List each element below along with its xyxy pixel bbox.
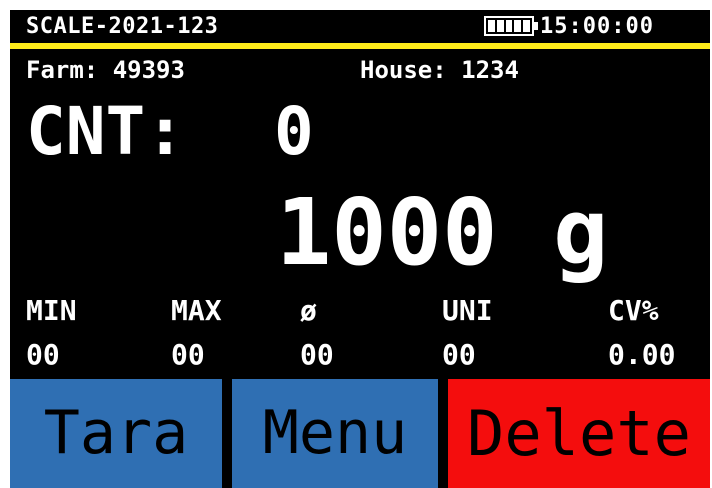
scale-screen: SCALE-2021-123 15:00:00 Farm: 49393 Hous… — [10, 10, 710, 488]
menu-button[interactable]: Menu — [232, 379, 438, 488]
stat-label-uni: UNI — [442, 294, 493, 327]
tara-button[interactable]: Tara — [10, 379, 222, 488]
weight-unit: g — [552, 179, 609, 286]
battery-segment — [488, 20, 495, 32]
battery-segment — [523, 20, 530, 32]
stat-value-uni: 00 — [442, 338, 476, 371]
battery-segment — [496, 20, 504, 32]
house-number: House: 1234 — [360, 56, 519, 84]
battery-segment — [514, 20, 522, 32]
weight-value: 1000 — [276, 179, 498, 286]
battery-segment — [505, 20, 513, 32]
button-bar: Tara Menu Delete — [10, 379, 710, 488]
stat-value-min: 00 — [26, 338, 60, 371]
clock: 15:00:00 — [540, 14, 654, 39]
count-value: 0 — [274, 93, 314, 170]
stat-label-min: MIN — [26, 294, 77, 327]
stat-label-max: MAX — [171, 294, 222, 327]
device-id: SCALE-2021-123 — [26, 14, 219, 39]
status-bar: SCALE-2021-123 15:00:00 — [10, 10, 710, 43]
stat-value-avg: 00 — [300, 338, 334, 371]
battery-full-icon — [484, 16, 534, 36]
stat-value-max: 00 — [171, 338, 205, 371]
status-divider — [10, 43, 710, 49]
count-label: CNT: — [26, 93, 185, 170]
stat-value-cv: 0.00 — [608, 338, 676, 371]
weight-display: 1000 g — [276, 178, 608, 288]
battery-tip — [534, 22, 538, 30]
delete-button[interactable]: Delete — [448, 379, 710, 488]
stat-label-avg: ø — [300, 294, 317, 327]
farm-number: Farm: 49393 — [26, 56, 185, 84]
stat-label-cv: CV% — [608, 294, 659, 327]
